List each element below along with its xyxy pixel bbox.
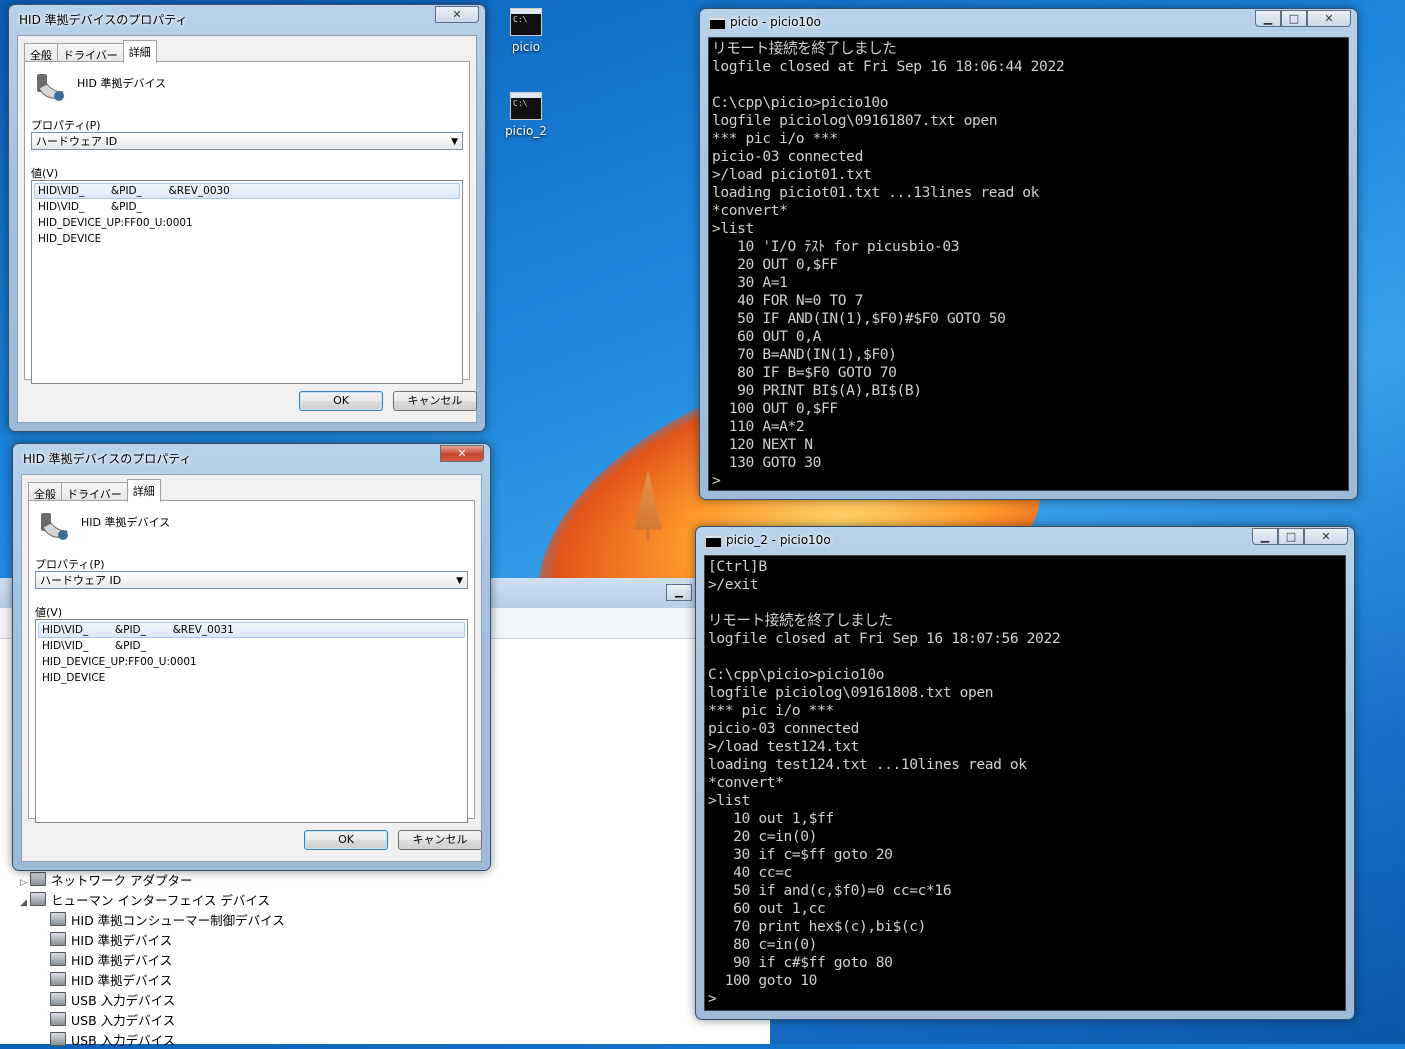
- tree-item-label: HID 準拠デバイス: [71, 933, 173, 948]
- list-item[interactable]: HID\VID_ &PID_ &REV_0031: [38, 622, 465, 638]
- ok-button[interactable]: OK: [304, 830, 388, 850]
- desktop-icon-picio-2[interactable]: C:\ picio_2: [494, 92, 558, 138]
- chevron-down-icon: ▼: [456, 576, 463, 586]
- close-button[interactable]: ✕: [435, 6, 479, 23]
- tree-item-device[interactable]: HID 準拠デバイス: [50, 930, 172, 949]
- tab-general[interactable]: 全般: [24, 43, 58, 63]
- hid-category-icon: [30, 892, 46, 906]
- property-label: プロパティ(P): [31, 119, 101, 132]
- close-button[interactable]: ✕: [1304, 528, 1348, 545]
- usb-device-icon: [50, 1012, 66, 1026]
- desktop-icon-picio[interactable]: C:\ picio: [494, 8, 558, 54]
- value-label: 値(V): [35, 606, 63, 619]
- window-title: HID 準拠デバイスのプロパティ: [19, 13, 188, 27]
- console-output[interactable]: [Ctrl]B >/exit リモート接続を終了しました logfile clo…: [704, 555, 1346, 1011]
- titlebar[interactable]: HID 準拠デバイスのプロパティ ✕: [13, 444, 490, 470]
- tree-item-device[interactable]: USB 入力デバイス: [50, 1010, 175, 1029]
- tree-item-label: USB 入力デバイス: [71, 1033, 176, 1048]
- minimize-button[interactable]: ▁: [666, 584, 692, 601]
- window-title: picio_2 - picio10o: [726, 533, 831, 547]
- close-button[interactable]: ✕: [440, 445, 484, 462]
- list-item[interactable]: HID_DEVICE_UP:FF00_U:0001: [36, 654, 467, 670]
- properties-dialog-1: HID 準拠デバイスのプロパティ ✕ 全般 ドライバー 詳細 HID 準拠デバイ…: [8, 4, 486, 432]
- cancel-button[interactable]: キャンセル: [398, 830, 482, 850]
- console-window-picio-2: picio_2 - picio10o ▁ □ ✕ [Ctrl]B >/exit …: [695, 526, 1355, 1020]
- tree-item-device[interactable]: USB 入力デバイス: [50, 990, 175, 1009]
- properties-dialog-2: HID 準拠デバイスのプロパティ ✕ 全般 ドライバー 詳細 HID 準拠デバイ…: [12, 443, 491, 871]
- maximize-button[interactable]: □: [1278, 528, 1304, 545]
- property-select[interactable]: ハードウェア ID ▼: [35, 571, 468, 589]
- desktop-icon-label: picio_2: [505, 124, 547, 138]
- console-text: [Ctrl]B >/exit リモート接続を終了しました logfile clo…: [708, 558, 1061, 1007]
- value-label: 値(V): [31, 167, 59, 180]
- cancel-button[interactable]: キャンセル: [393, 391, 477, 411]
- hid-device-icon: [50, 972, 66, 986]
- device-name: HID 準拠デバイス: [81, 516, 171, 529]
- tree-item-network[interactable]: ▷ ネットワーク アダプター: [20, 870, 192, 889]
- property-select-value: ハードウェア ID: [40, 574, 122, 587]
- tree-item-hid[interactable]: ◢ ヒューマン インターフェイス デバイス: [20, 890, 270, 909]
- tree-item-device[interactable]: HID 準拠デバイス: [50, 950, 172, 969]
- list-item[interactable]: HID_DEVICE: [36, 670, 467, 686]
- window-title: picio - picio10o: [730, 15, 822, 29]
- console-text: リモート接続を終了しました logfile closed at Fri Sep …: [712, 40, 1065, 489]
- list-item[interactable]: HID\VID_ &PID_ &REV_0030: [34, 183, 460, 199]
- hid-device-icon: [41, 513, 68, 540]
- details-panel: HID 準拠デバイス プロパティ(P) ハードウェア ID ▼ 値(V) HID…: [24, 61, 470, 384]
- tree-item-label: USB 入力デバイス: [71, 993, 176, 1008]
- network-adapter-icon: [30, 872, 46, 886]
- tree-item-label: HID 準拠デバイス: [71, 973, 173, 988]
- list-item[interactable]: HID\VID_ &PID_: [32, 199, 462, 215]
- ok-button[interactable]: OK: [299, 391, 383, 411]
- titlebar[interactable]: picio_2 - picio10o ▁ □ ✕: [696, 527, 1354, 553]
- console-icon: [705, 535, 722, 548]
- expand-icon[interactable]: ▷: [20, 878, 30, 888]
- window-title: HID 準拠デバイスのプロパティ: [23, 452, 192, 466]
- tree-item-label: ヒューマン インターフェイス デバイス: [51, 893, 270, 908]
- property-label: プロパティ(P): [35, 558, 105, 571]
- tab-general[interactable]: 全般: [28, 482, 62, 502]
- list-item[interactable]: HID\VID_ &PID_: [36, 638, 467, 654]
- tab-details[interactable]: 詳細: [126, 479, 161, 502]
- tree-item-label: USB 入力デバイス: [71, 1013, 176, 1028]
- tree-item-label: HID 準拠コンシューマー制御デバイス: [71, 913, 285, 928]
- value-list[interactable]: HID\VID_ &PID_ &REV_0031 HID\VID_ &PID_ …: [35, 619, 468, 823]
- minimize-button[interactable]: ▁: [1255, 10, 1281, 27]
- list-item[interactable]: HID_DEVICE_UP:FF00_U:0001: [32, 215, 462, 231]
- close-button[interactable]: ✕: [1307, 10, 1351, 27]
- maximize-button[interactable]: □: [1281, 10, 1307, 27]
- collapse-icon[interactable]: ◢: [20, 898, 30, 908]
- dialog-body: 全般 ドライバー 詳細 HID 準拠デバイス プロパティ(P) ハードウェア I…: [21, 474, 482, 862]
- hid-device-icon: [50, 952, 66, 966]
- list-item[interactable]: HID_DEVICE: [32, 231, 462, 247]
- titlebar[interactable]: HID 準拠デバイスのプロパティ ✕: [9, 5, 485, 31]
- device-name: HID 準拠デバイス: [77, 77, 167, 90]
- hid-device-icon: [50, 912, 66, 926]
- console-window-picio: picio - picio10o ▁ □ ✕ リモート接続を終了しました log…: [699, 8, 1358, 500]
- tree-item-device[interactable]: USB 入力デバイス: [50, 1030, 175, 1049]
- minimize-button[interactable]: ▁: [1252, 528, 1278, 545]
- desktop-icon-label: picio: [511, 40, 541, 54]
- tree-item-device[interactable]: HID 準拠コンシューマー制御デバイス: [50, 910, 285, 929]
- property-select-value: ハードウェア ID: [36, 135, 118, 148]
- chevron-down-icon: ▼: [451, 137, 458, 147]
- tree-item-label: HID 準拠デバイス: [71, 953, 173, 968]
- tab-driver[interactable]: ドライバー: [57, 43, 124, 63]
- value-list[interactable]: HID\VID_ &PID_ &REV_0030 HID\VID_ &PID_ …: [31, 180, 463, 384]
- tree-item-device[interactable]: HID 準拠デバイス: [50, 970, 172, 989]
- tab-details[interactable]: 詳細: [122, 40, 157, 63]
- console-shortcut-icon: C:\: [510, 92, 542, 120]
- usb-device-icon: [50, 992, 66, 1006]
- console-shortcut-icon: C:\: [510, 8, 542, 36]
- console-icon: [709, 17, 726, 30]
- property-select[interactable]: ハードウェア ID ▼: [31, 132, 463, 150]
- dialog-body: 全般 ドライバー 詳細 HID 準拠デバイス プロパティ(P) ハードウェア I…: [17, 35, 477, 423]
- tree-item-label: ネットワーク アダプター: [51, 873, 193, 888]
- hid-device-icon: [50, 932, 66, 946]
- hid-device-icon: [37, 74, 64, 101]
- console-output[interactable]: リモート接続を終了しました logfile closed at Fri Sep …: [708, 37, 1349, 491]
- titlebar[interactable]: picio - picio10o ▁ □ ✕: [700, 9, 1357, 35]
- details-panel: HID 準拠デバイス プロパティ(P) ハードウェア ID ▼ 値(V) HID…: [28, 500, 475, 823]
- tab-driver[interactable]: ドライバー: [61, 482, 128, 502]
